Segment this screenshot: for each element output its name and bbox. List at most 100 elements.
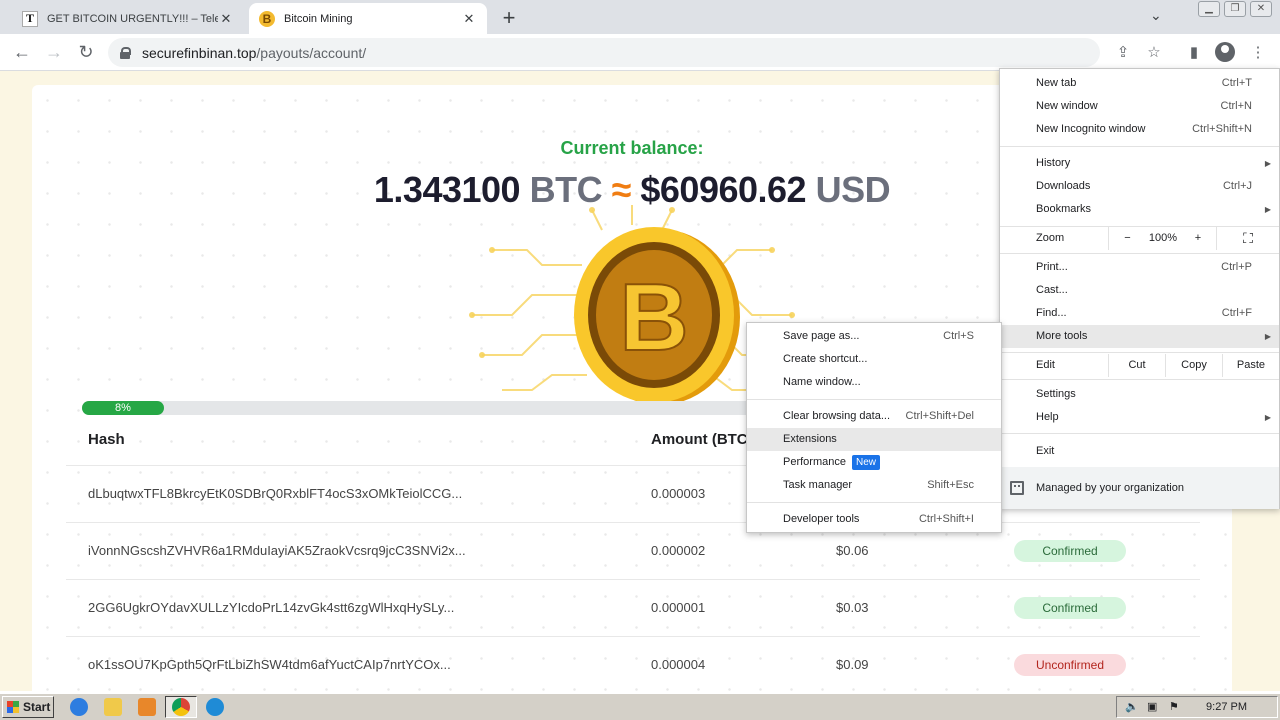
hash-cell: 2GG6UgkrOYdavXULLzYIcdoPrL14zvGk4stt6zgW…	[88, 600, 455, 615]
menu-divider	[1000, 433, 1279, 434]
tab-bitcoin-mining[interactable]: B Bitcoin Mining ✕	[249, 3, 487, 34]
reload-icon[interactable]: ↻	[74, 41, 98, 65]
profile-avatar-icon[interactable]	[1215, 42, 1235, 62]
usd-cell: $0.03	[836, 600, 869, 615]
network-icon[interactable]: ▣	[1147, 697, 1157, 717]
menu-extensions[interactable]: Extensions	[747, 428, 1001, 451]
system-tray: 🔈 ▣ ⚑ 9:27 PM	[1116, 696, 1278, 718]
usd-unit: USD	[815, 169, 891, 210]
back-arrow-icon[interactable]: ←	[10, 41, 34, 65]
close-tab-icon[interactable]: ✕	[461, 11, 477, 27]
restore-button[interactable]: ❐	[1224, 1, 1246, 17]
chrome-taskbar-button[interactable]	[165, 696, 197, 718]
menu-downloads[interactable]: Downloads Ctrl+J	[1000, 175, 1279, 198]
address-bar[interactable]: securefinbinan.top/payouts/account/	[108, 38, 1100, 67]
edge-icon[interactable]	[206, 698, 224, 716]
menu-developer-tools[interactable]: Developer tools Ctrl+Shift+I	[747, 508, 1001, 531]
zoom-in-button[interactable]: +	[1180, 227, 1216, 250]
menu-save-page[interactable]: Save page as... Ctrl+S	[747, 325, 1001, 348]
share-icon[interactable]: ⇪	[1112, 42, 1134, 64]
menu-cast[interactable]: Cast...	[1000, 279, 1279, 302]
tab-title: Bitcoin Mining	[284, 12, 353, 25]
btc-amount: 1.343100	[373, 169, 521, 210]
menu-help[interactable]: Help ▶	[1000, 406, 1279, 429]
menu-divider	[747, 502, 1001, 503]
approx-sign: ≈	[611, 169, 632, 210]
cut-button[interactable]: Cut	[1108, 354, 1165, 377]
table-row: 2GG6UgkrOYdavXULLzYIcdoPrL14zvGk4stt6zgW…	[66, 579, 1200, 636]
zoom-out-button[interactable]: −	[1108, 227, 1146, 250]
hash-cell: oK1ssOU7KpGpth5QrFtLbiZhSW4tdm6afYuctCAI…	[88, 657, 451, 672]
menu-performance[interactable]: Performance New	[747, 451, 1001, 474]
browser-toolbar: ← → ↻ securefinbinan.top/payouts/account…	[0, 34, 1280, 71]
url-domain: securefinbinan.top	[142, 44, 257, 61]
menu-clear-browsing-data[interactable]: Clear browsing data... Ctrl+Shift+Del	[747, 405, 1001, 428]
submenu-arrow-icon: ▶	[1264, 205, 1271, 214]
side-panel-icon[interactable]: ▮	[1183, 42, 1205, 64]
volume-icon[interactable]: 🔈	[1125, 697, 1139, 717]
amount-cell: 0.000003	[651, 486, 706, 501]
hash-column-header: Hash	[88, 431, 125, 448]
tab-title: GET BITCOIN URGENTLY!!! – Telegram	[47, 12, 218, 25]
clock: 9:27 PM	[1206, 701, 1247, 713]
menu-new-incognito[interactable]: New Incognito window Ctrl+Shift+N	[1000, 118, 1279, 141]
menu-new-window[interactable]: New window Ctrl+N	[1000, 95, 1279, 118]
windows-taskbar: Start 🔈 ▣ ⚑ 9:27 PM	[0, 693, 1280, 720]
menu-divider	[1000, 253, 1279, 254]
menu-more-tools[interactable]: More tools ▶	[1000, 325, 1279, 348]
forward-arrow-icon[interactable]: →	[42, 41, 66, 65]
close-window-button[interactable]: ✕	[1250, 1, 1272, 17]
menu-create-shortcut[interactable]: Create shortcut...	[747, 348, 1001, 371]
amount-cell: 0.000002	[651, 543, 706, 558]
telegram-favicon-icon: T	[22, 10, 38, 27]
close-tab-icon[interactable]: ✕	[218, 11, 234, 27]
menu-divider	[1000, 379, 1279, 380]
menu-bookmarks[interactable]: Bookmarks ▶	[1000, 198, 1279, 221]
menu-divider	[747, 399, 1001, 400]
menu-name-window[interactable]: Name window...	[747, 371, 1001, 394]
new-badge: New	[851, 455, 880, 470]
media-player-icon[interactable]	[138, 698, 156, 716]
status-badge: Unconfirmed	[1014, 654, 1126, 676]
ie-icon[interactable]	[70, 698, 88, 716]
zoom-value: 100%	[1148, 232, 1178, 244]
menu-divider	[1000, 146, 1279, 147]
new-tab-button[interactable]: +	[497, 5, 521, 31]
managed-by-org[interactable]: Managed by your organization	[1000, 467, 1279, 509]
copy-button[interactable]: Copy	[1165, 354, 1222, 377]
menu-new-tab[interactable]: New tab Ctrl+T	[1000, 72, 1279, 95]
start-button[interactable]: Start	[2, 696, 54, 718]
svg-text:B: B	[619, 264, 688, 371]
usd-cell: $0.09	[836, 657, 869, 672]
chrome-icon	[172, 698, 190, 716]
tab-telegram[interactable]: T GET BITCOIN URGENTLY!!! – Telegram ✕	[12, 3, 244, 34]
edit-label: Edit	[1036, 359, 1055, 371]
menu-settings[interactable]: Settings	[1000, 383, 1279, 406]
action-center-flag-icon[interactable]: ⚑	[1169, 697, 1179, 717]
kebab-menu-icon[interactable]: ⋮	[1247, 42, 1269, 64]
menu-print[interactable]: Print... Ctrl+P	[1000, 256, 1279, 279]
tab-search-chevron-icon[interactable]: ⌄	[1150, 7, 1162, 24]
menu-exit[interactable]: Exit	[1000, 440, 1279, 463]
menu-edit-row: Edit Cut Copy Paste	[1000, 354, 1279, 377]
paste-button[interactable]: Paste	[1222, 354, 1279, 377]
menu-find[interactable]: Find... Ctrl+F	[1000, 302, 1279, 325]
submenu-arrow-icon: ▶	[1264, 413, 1271, 422]
submenu-arrow-icon: ▶	[1264, 332, 1271, 341]
amount-cell: 0.000004	[651, 657, 706, 672]
bookmark-star-icon[interactable]: ☆	[1143, 42, 1165, 64]
url-text: securefinbinan.top/payouts/account/	[142, 45, 366, 61]
menu-history[interactable]: History ▶	[1000, 152, 1279, 175]
anyrun-watermark: ANY RUN	[1040, 683, 1238, 691]
menu-zoom-row: Zoom − 100% + ⛶	[1000, 227, 1279, 250]
lock-icon[interactable]	[120, 46, 131, 59]
building-icon	[1010, 481, 1024, 495]
explorer-folder-icon[interactable]	[104, 698, 122, 716]
fullscreen-icon[interactable]: ⛶	[1216, 227, 1279, 250]
zoom-label: Zoom	[1036, 232, 1065, 244]
url-path: /payouts/account/	[256, 44, 367, 61]
submenu-arrow-icon: ▶	[1264, 159, 1271, 168]
minimize-button[interactable]: ▁	[1198, 1, 1220, 17]
menu-task-manager[interactable]: Task manager Shift+Esc	[747, 474, 1001, 497]
amount-column-header: Amount (BTC	[651, 431, 748, 448]
